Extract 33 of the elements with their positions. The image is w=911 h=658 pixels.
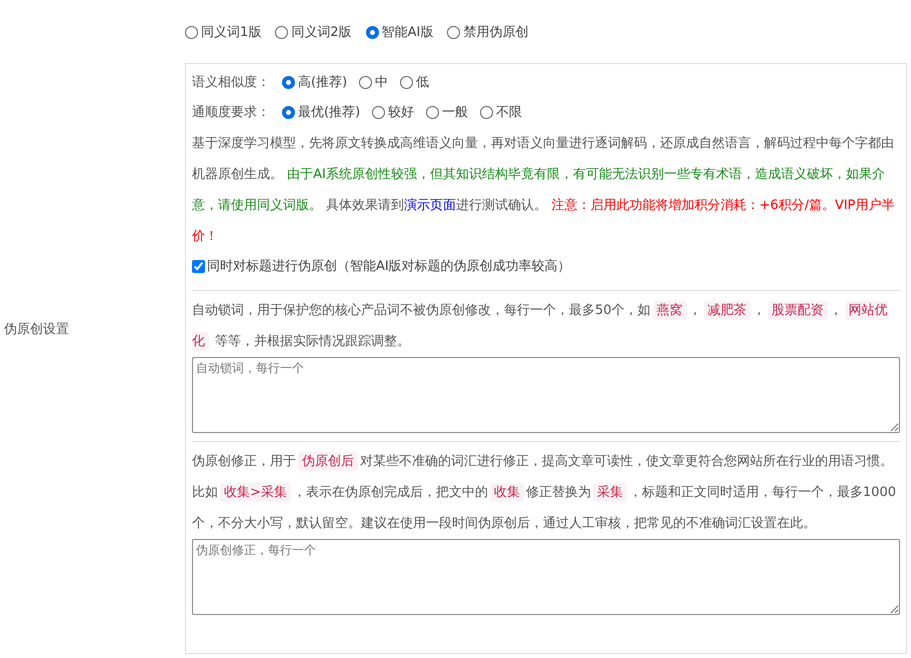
radio-option[interactable]: 最优(推荐) bbox=[282, 98, 360, 128]
radio-button[interactable] bbox=[185, 26, 198, 39]
radio-button[interactable] bbox=[359, 76, 372, 89]
radio-option[interactable]: 智能AI版 bbox=[366, 8, 434, 56]
similarity-label: 语义相似度： bbox=[192, 74, 270, 92]
radio-button[interactable] bbox=[282, 76, 295, 89]
demo-page-link[interactable]: 演示页面 bbox=[404, 198, 456, 212]
radio-button[interactable] bbox=[366, 26, 379, 39]
radio-button[interactable] bbox=[447, 26, 460, 39]
radio-button[interactable] bbox=[282, 106, 295, 119]
radio-button[interactable] bbox=[426, 106, 440, 119]
radio-button[interactable] bbox=[480, 106, 494, 119]
radio-option[interactable]: 较好 bbox=[372, 98, 414, 128]
radio-option[interactable]: 中 bbox=[359, 68, 388, 98]
radio-option[interactable]: 低 bbox=[400, 68, 430, 98]
checkbox-option[interactable]: 同时对标题进行伪原创（智能AI版对标题的伪原创成功率较高） bbox=[192, 252, 571, 282]
radio-option[interactable]: 同义词1版 bbox=[185, 8, 262, 56]
radio-option[interactable]: 禁用伪原创 bbox=[447, 8, 528, 56]
radio-button[interactable] bbox=[372, 106, 386, 119]
radio-option[interactable]: 同义词2版 bbox=[275, 8, 352, 56]
corrections-description: 伪原创修正，用于 伪原创后 对某些不准确的词汇进行修正，提高文章可读性，使文章更符合您网站所在行业的用语习惯。比如 收集>采集 ，表示在伪原创完成后，把文中的 收集 修正替换为 采集 ，标题和正文同时适用，每行一个，最多1000个，不分大小写，默认留空。建议在使用一段时间伪原创后，通过人工审核，把常见的不准确词汇设置在此。 bbox=[192, 450, 897, 532]
radio-option[interactable]: 一般 bbox=[426, 98, 468, 128]
radio-option[interactable]: 高(推荐) bbox=[282, 68, 348, 98]
radio-button[interactable] bbox=[400, 76, 414, 89]
description-text: 基于深度学习模型，先将原文转换成高维语义向量，再对语义向量进行逐词解码，还原成自然语言，解码过程中每个字都由机器原创生成。 由于AI系统原创性较强，但其知识结构毕竟有限，有可能无法识别一些专有术语，造成语义破坏，如果介意，请使用同义词版。 具体效果请到演示页面进行测试确认。 注意：启用此功能将增加积分消耗：+6积分/篇。VIP用户半价！ bbox=[192, 134, 896, 246]
lock-words-field[interactable]: 自动锁词，每行一个 bbox=[192, 356, 900, 432]
corrections-field[interactable]: 伪原创修正，每行一个 bbox=[192, 538, 900, 614]
fluency-label: 通顺度要求： bbox=[192, 104, 270, 122]
checkbox[interactable] bbox=[192, 260, 205, 273]
lock-words-description: 自动锁词，用于保护您的核心产品词不被伪原创修改，每行一个，最多50个，如 燕窝 ， 减肥茶 ， 股票配资 ， 网站优化 等等，并根据实际情况跟踪调整。 bbox=[192, 300, 889, 352]
radio-button[interactable] bbox=[275, 26, 288, 39]
settings-label: 伪原创设置 bbox=[4, 321, 69, 338]
radio-option[interactable]: 不限 bbox=[480, 98, 522, 128]
